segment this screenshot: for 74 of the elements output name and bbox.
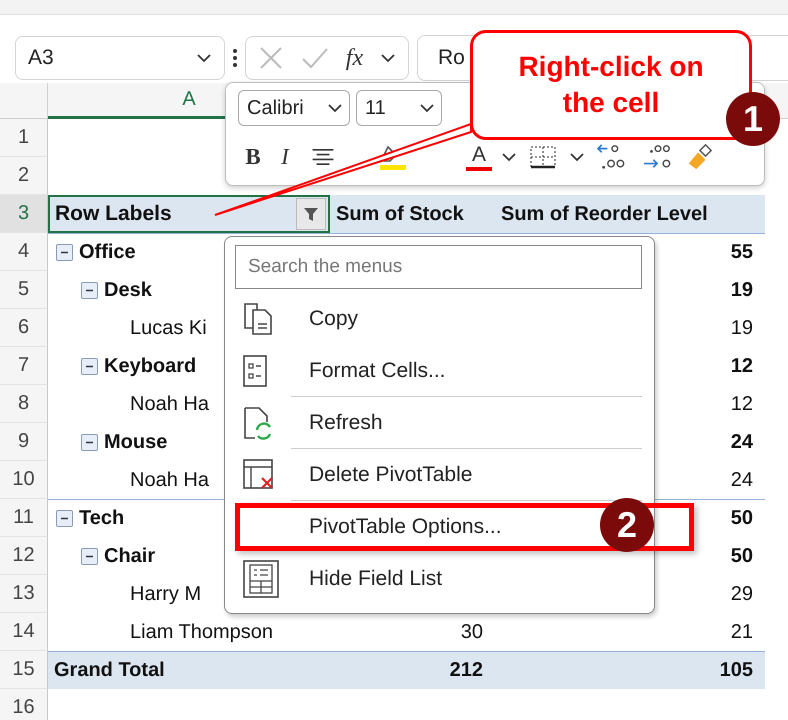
search-field[interactable]: Search the menus <box>235 245 642 289</box>
value-cell: 24 <box>730 430 753 454</box>
row-label: Noah Ha <box>130 392 209 416</box>
collapse-icon[interactable] <box>56 244 73 261</box>
caret-icon <box>501 152 517 162</box>
filter-button[interactable] <box>296 198 326 230</box>
refresh-icon <box>243 406 273 440</box>
row-number: 1 <box>0 119 48 157</box>
font-size-dropdown[interactable]: 11 <box>356 90 442 126</box>
row-label: Desk <box>104 278 152 302</box>
value-cell: 29 <box>730 582 753 606</box>
insert-function-button[interactable]: fx <box>346 44 364 72</box>
value-cell: 30 <box>460 620 483 644</box>
row-number: 4 <box>0 233 48 271</box>
row-label: Noah Ha <box>130 468 209 492</box>
value-cell: 50 <box>730 507 753 530</box>
grand-total-label: Grand Total <box>48 651 330 689</box>
total-value: 212 <box>330 651 495 689</box>
column-heading: Sum of Reorder Level <box>495 195 765 233</box>
row-label: Liam Thompson <box>130 620 274 644</box>
caret-icon <box>380 53 396 63</box>
row-number: 2 <box>0 157 48 195</box>
row-label: Mouse <box>104 430 168 454</box>
row-number: 8 <box>0 385 48 423</box>
row-number: 11 <box>0 499 48 537</box>
collapse-icon[interactable] <box>81 282 98 298</box>
delete-table-icon <box>243 459 275 491</box>
value-cell: 50 <box>730 544 753 568</box>
caret-icon <box>569 152 585 162</box>
row-label: Lucas Ki <box>130 316 207 340</box>
row-number: 5 <box>0 271 48 309</box>
row-label: Chair <box>104 544 156 568</box>
row-number: 15 <box>0 651 48 689</box>
format-cells-icon <box>243 355 267 387</box>
row-number: 12 <box>0 537 48 575</box>
value-cell: 21 <box>730 620 753 644</box>
value-cell: 12 <box>730 354 753 378</box>
font-color-button[interactable]: A <box>461 143 497 171</box>
row-number: 9 <box>0 423 48 461</box>
row-label: Harry M <box>130 582 202 606</box>
total-value: 105 <box>495 651 765 689</box>
caret-icon <box>327 103 343 113</box>
column-heading: Sum of Stock <box>330 195 495 233</box>
row-number: 6 <box>0 309 48 347</box>
font-dropdown[interactable]: Calibri <box>238 90 350 126</box>
check-icon[interactable] <box>300 47 329 69</box>
bold-button[interactable]: B <box>238 143 268 171</box>
value-cell: 19 <box>730 278 753 302</box>
caret-icon <box>419 103 435 113</box>
dropdown-caret-icon <box>196 53 212 63</box>
collapse-icon[interactable] <box>56 510 73 527</box>
row-number: 10 <box>0 461 48 499</box>
collapse-icon[interactable] <box>81 548 98 564</box>
more-options-icon[interactable] <box>233 49 237 67</box>
copy-icon <box>243 302 275 336</box>
field-list-icon <box>243 560 279 598</box>
row-number: 16 <box>0 689 48 720</box>
italic-button[interactable]: I <box>268 143 302 171</box>
row-number: 13 <box>0 575 48 613</box>
value-cell: 12 <box>730 392 753 416</box>
row-number: 7 <box>0 347 48 385</box>
name-box[interactable]: A3 <box>15 36 225 80</box>
row-label: Office <box>79 241 136 264</box>
selected-cell[interactable]: Row Labels <box>48 195 330 233</box>
value-cell: 55 <box>730 241 753 264</box>
collapse-icon[interactable] <box>81 358 98 374</box>
value-cell: 19 <box>730 316 753 340</box>
row-number: 14 <box>0 613 48 651</box>
collapse-icon[interactable] <box>81 434 98 450</box>
row-label: Keyboard <box>104 354 196 378</box>
filter-icon <box>303 206 319 222</box>
value-cell: 24 <box>730 468 753 492</box>
row-number: 3 <box>0 195 48 233</box>
row-label: Tech <box>79 507 124 530</box>
